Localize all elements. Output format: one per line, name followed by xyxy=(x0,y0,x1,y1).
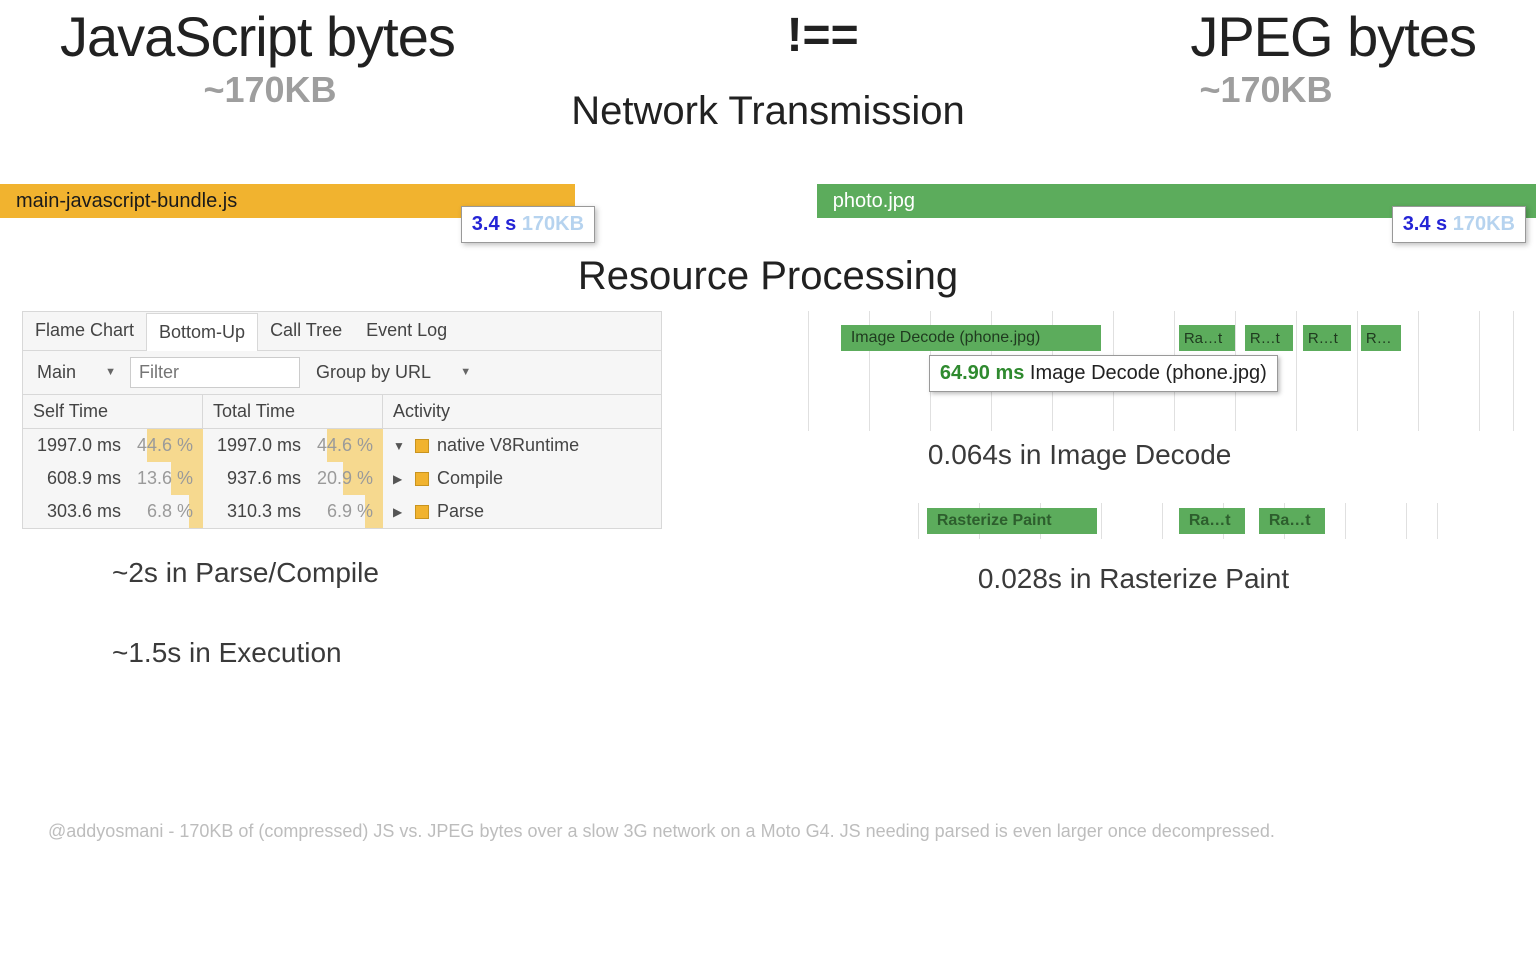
tab-call-tree[interactable]: Call Tree xyxy=(258,312,354,350)
image-decode-ms: 64.90 ms xyxy=(940,362,1025,384)
title-neq: !== xyxy=(787,4,859,63)
filter-input[interactable] xyxy=(130,357,300,388)
col-activity: Activity xyxy=(383,395,661,428)
devtools-filters: Main Group by URL xyxy=(23,351,661,395)
js-processing-col: Flame Chart Bottom-Up Call Tree Event Lo… xyxy=(22,311,738,781)
jpeg-time: 3.4 s xyxy=(1403,213,1447,235)
jpeg-size: ~170KB xyxy=(1056,69,1476,114)
tab-event-log[interactable]: Event Log xyxy=(354,312,459,350)
table-row[interactable]: 1997.0 ms44.6 %1997.0 ms44.6 %▼native V8… xyxy=(23,429,661,462)
rasterize-segment: Rasterize Paint xyxy=(927,508,1097,534)
image-decode-segment: Image Decode (phone.jpg) xyxy=(841,325,1101,351)
raster-slice: R…t xyxy=(1245,325,1293,351)
title-js: JavaScript bytes xyxy=(60,4,455,69)
js-size: ~170KB xyxy=(60,69,480,114)
js-size-tip: 170KB xyxy=(522,213,584,235)
title-row: JavaScript bytes !== JPEG bytes xyxy=(0,0,1536,69)
image-decode-timeline: Image Decode (phone.jpg) Ra…t R…t R…t R…… xyxy=(808,311,1514,431)
tab-flame-chart[interactable]: Flame Chart xyxy=(23,312,146,350)
network-jpeg-col: photo.jpg 3.4 s 170KB xyxy=(799,184,1536,218)
group-select[interactable]: Group by URL xyxy=(308,358,477,387)
rasterize-slice: Ra…t xyxy=(1259,508,1325,534)
network-js-col: main-javascript-bundle.js 3.4 s 170KB xyxy=(0,184,737,218)
thread-select[interactable]: Main xyxy=(29,358,122,387)
section-processing-title: Resource Processing xyxy=(0,254,1536,299)
devtools-panel: Flame Chart Bottom-Up Call Tree Event Lo… xyxy=(22,311,662,529)
summary-rasterize: 0.028s in Rasterize Paint xyxy=(978,563,1514,595)
summary-image-decode: 0.064s in Image Decode xyxy=(928,439,1514,471)
devtools-tabs: Flame Chart Bottom-Up Call Tree Event Lo… xyxy=(23,312,661,351)
caption: @addyosmani - 170KB of (compressed) JS v… xyxy=(0,781,1536,852)
raster-slice: Ra…t xyxy=(1179,325,1235,351)
table-row[interactable]: 303.6 ms6.8 %310.3 ms6.9 %▶Parse xyxy=(23,495,661,528)
image-decode-tooltip: 64.90 ms Image Decode (phone.jpg) xyxy=(929,355,1278,392)
summary-parse-compile: ~2s in Parse/Compile xyxy=(112,557,738,589)
section-network-title: Network Transmission xyxy=(571,89,964,134)
jpeg-tooltip: 3.4 s 170KB xyxy=(1392,206,1526,243)
raster-slice: R…t xyxy=(1303,325,1351,351)
raster-slice: R… xyxy=(1361,325,1401,351)
sizes-row: ~170KB Network Transmission ~170KB xyxy=(0,69,1536,114)
js-tooltip: 3.4 s 170KB xyxy=(461,206,595,243)
js-time: 3.4 s xyxy=(472,213,516,235)
processing-row: Flame Chart Bottom-Up Call Tree Event Lo… xyxy=(0,311,1536,781)
col-self: Self Time xyxy=(23,395,203,428)
table-header: Self Time Total Time Activity xyxy=(23,395,661,429)
tab-bottom-up[interactable]: Bottom-Up xyxy=(146,313,258,351)
jpeg-size-tip: 170KB xyxy=(1453,213,1515,235)
rasterize-slice: Ra…t xyxy=(1179,508,1245,534)
table-row[interactable]: 608.9 ms13.6 %937.6 ms20.9 %▶Compile xyxy=(23,462,661,495)
col-total: Total Time xyxy=(203,395,383,428)
image-decode-tip-label: Image Decode (phone.jpg) xyxy=(1030,362,1267,384)
rasterize-timeline: Rasterize Paint Ra…t Ra…t xyxy=(918,503,1438,539)
table-body: 1997.0 ms44.6 %1997.0 ms44.6 %▼native V8… xyxy=(23,429,661,528)
jpeg-processing-col: Image Decode (phone.jpg) Ra…t R…t R…t R…… xyxy=(798,311,1514,781)
summary-execution: ~1.5s in Execution xyxy=(112,637,382,669)
title-jpeg: JPEG bytes xyxy=(1190,4,1476,69)
